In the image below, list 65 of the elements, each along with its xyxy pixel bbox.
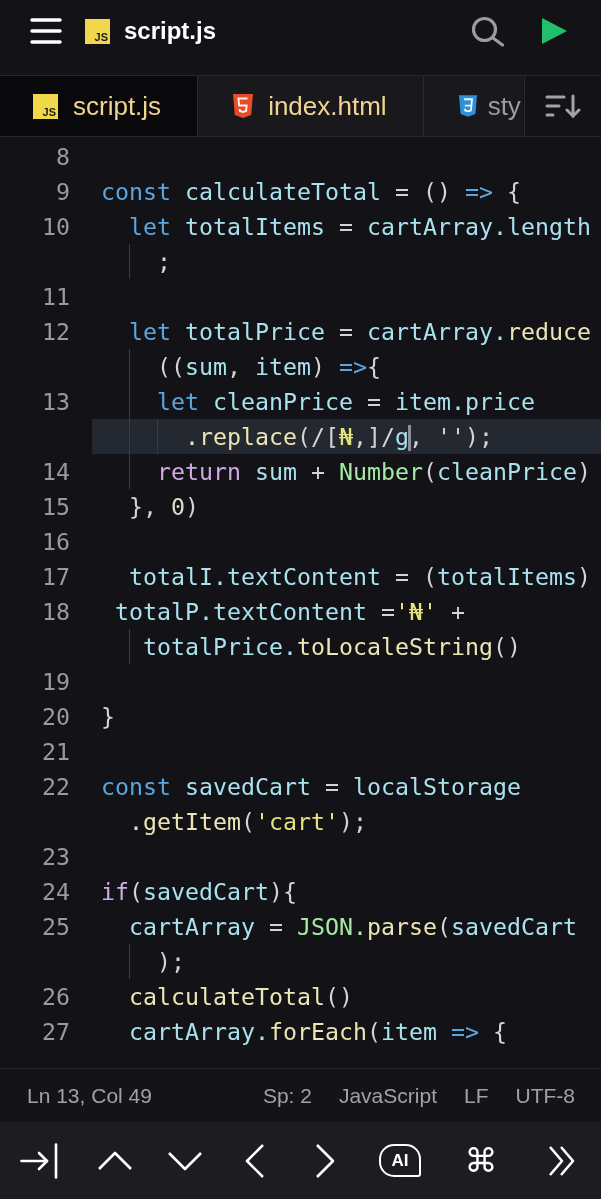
file-title: script.js: [124, 17, 217, 45]
code-line: totalI.textContent = (totalItems): [128, 563, 591, 590]
code-line: totalPrice.toLocaleString(): [142, 633, 521, 660]
code-line: if(savedCart){: [101, 878, 297, 905]
chevron-right-icon[interactable]: [315, 1142, 335, 1179]
line-number: 21: [42, 738, 70, 765]
code-line: ;: [156, 248, 171, 275]
code-line: calculateTotal(): [128, 983, 353, 1010]
chevron-up-icon[interactable]: [97, 1150, 133, 1171]
file-tab[interactable]: index.html: [198, 76, 424, 136]
line-number: 20: [42, 703, 70, 730]
ai-button[interactable]: AI: [379, 1144, 421, 1177]
js-file-icon: JS: [33, 93, 58, 119]
line-number: 23: [42, 843, 70, 870]
chevron-left-icon[interactable]: [245, 1142, 265, 1179]
code-line: const calculateTotal = () => {: [101, 178, 521, 205]
code-line: const savedCart = localStorage: [101, 773, 521, 800]
file-tab[interactable]: sty: [423, 76, 523, 136]
line-number: 15: [42, 493, 70, 520]
line-number: 26: [42, 983, 70, 1010]
line-number: 17: [42, 563, 70, 590]
chevron-down-icon[interactable]: [167, 1150, 203, 1171]
cursor-position: Ln 13, Col 49: [27, 1083, 152, 1108]
line-number: 14: [42, 458, 70, 485]
command-icon[interactable]: ⌘: [464, 1144, 498, 1177]
tab-key-icon[interactable]: [20, 1142, 60, 1179]
line-number: 8: [56, 143, 70, 170]
language-mode: JavaScript: [338, 1083, 437, 1108]
line-number: 13: [42, 388, 70, 415]
line-number: 10: [42, 213, 70, 240]
code-line: ((sum, item) =>{: [156, 353, 381, 380]
line-number: 19: [42, 668, 70, 695]
play-icon[interactable]: [542, 18, 567, 44]
line-number: 25: [42, 913, 70, 940]
code-line: }: [101, 703, 115, 730]
file-tab[interactable]: JS script.js: [0, 76, 199, 136]
code-line: let totalPrice = cartArray.reduce: [128, 318, 591, 345]
code-line: }, 0): [128, 493, 199, 520]
line-number: 18: [42, 598, 70, 625]
line-number: 22: [42, 773, 70, 800]
code-line: let totalItems = cartArray.length: [128, 213, 591, 240]
line-ending: LF: [464, 1083, 489, 1108]
line-number: 9: [56, 178, 70, 205]
line-number: 16: [42, 528, 70, 555]
sort-icon: [545, 94, 581, 118]
html-file-icon: [233, 94, 254, 118]
code-line: );: [156, 948, 185, 975]
code-line: let cleanPrice = item.price: [156, 388, 535, 415]
code-line: .replace(/[₦,]/g, '');: [184, 423, 493, 450]
double-chevron-right-icon[interactable]: [547, 1144, 576, 1177]
search-icon[interactable]: [471, 15, 505, 47]
line-number: 12: [42, 318, 70, 345]
code-line: cartArray.forEach(item => {: [128, 1018, 507, 1045]
css-file-icon: [458, 95, 477, 117]
code-line: return sum + Number(cleanPrice): [156, 458, 591, 485]
code-line: totalP.textContent ='₦' +: [114, 598, 465, 625]
code-line: .getItem('cart');: [128, 808, 367, 835]
file-encoding: UTF-8: [515, 1083, 575, 1108]
line-number: 27: [42, 1018, 70, 1045]
indentation-setting: Sp: 2: [262, 1083, 312, 1108]
js-file-icon: JS: [85, 18, 110, 44]
menu-icon[interactable]: [30, 18, 62, 44]
line-number: 11: [42, 283, 70, 310]
code-line: cartArray = JSON.parse(savedCart: [128, 913, 577, 940]
line-number: 24: [42, 878, 70, 905]
